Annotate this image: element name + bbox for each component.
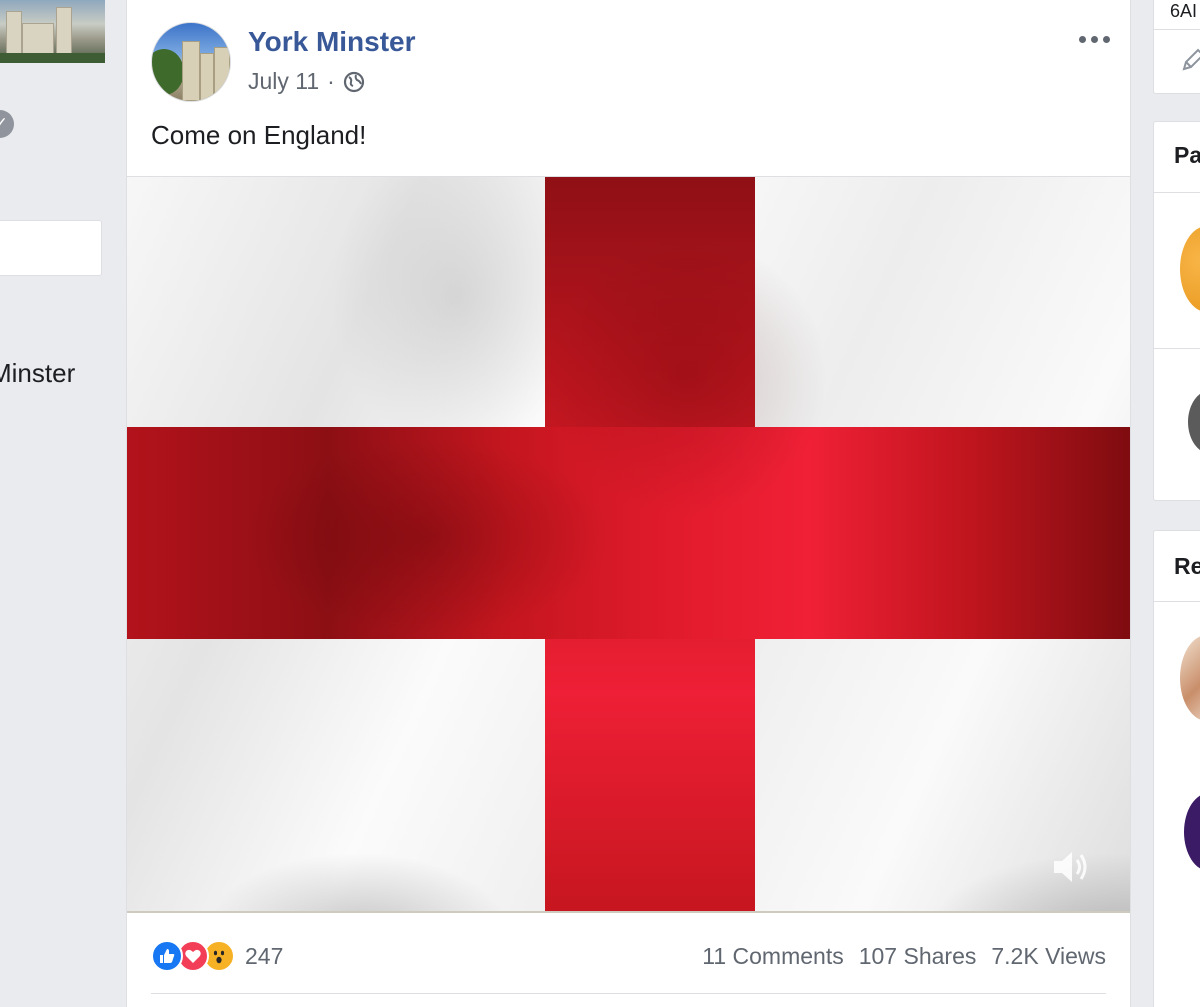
engagement-bar: 247 11 Comments 107 Shares 7.2K Views (151, 930, 1106, 982)
engagement-divider (151, 993, 1106, 994)
right-top-card: 6AI (1153, 0, 1200, 94)
more-options-icon[interactable] (1074, 24, 1114, 54)
verified-check-icon: ✓ (0, 110, 14, 138)
avatar-tree (152, 49, 184, 95)
right-top-card-text: 6AI (1170, 1, 1198, 21)
views-count[interactable]: 7.2K Views (991, 943, 1106, 970)
avatar-tower (214, 47, 230, 101)
right-card-divider (1154, 348, 1200, 349)
like-reaction-icon (151, 940, 183, 972)
post-meta: July 11 · (248, 68, 365, 95)
pencil-icon[interactable] (1180, 47, 1200, 73)
right-card-divider (1154, 192, 1200, 193)
post-author-link[interactable]: York Minster (248, 26, 416, 58)
right-card-pages-heading: Pa (1174, 142, 1200, 168)
reaction-count: 247 (245, 942, 284, 969)
avatar-tower (182, 41, 200, 101)
flag-cross-horizontal (127, 427, 1130, 639)
right-card-related: Re (1153, 530, 1200, 1007)
comments-count-link[interactable]: 11 Comments (702, 943, 843, 970)
thumbnail-lawn (0, 53, 105, 63)
thumbnail-tower (56, 7, 72, 55)
right-top-card-divider (1154, 29, 1200, 30)
page-cover-thumbnail[interactable] (0, 0, 105, 63)
facebook-page: ✓ Minster York Minster July 11 · Come on… (0, 0, 1200, 1007)
reactions-summary[interactable]: 247 (151, 940, 283, 972)
left-search-field[interactable] (0, 220, 102, 276)
left-page-name[interactable]: Minster (0, 358, 75, 389)
thumbnail-nave (22, 23, 54, 55)
right-card-divider (1154, 601, 1200, 602)
post-card: York Minster July 11 · Come on England! (126, 0, 1131, 1007)
related-page-avatar[interactable] (1184, 793, 1200, 871)
related-page-avatar[interactable] (1180, 635, 1200, 721)
shares-count-link[interactable]: 107 Shares (859, 943, 977, 970)
avatar-tower (200, 53, 214, 101)
volume-icon[interactable] (1046, 843, 1094, 891)
thumbnail-tower (6, 11, 22, 55)
right-card-pages: Pa (1153, 121, 1200, 501)
page-avatar[interactable] (151, 22, 231, 102)
suggested-page-avatar[interactable] (1188, 390, 1200, 454)
suggested-page-avatar[interactable] (1180, 226, 1200, 312)
post-date[interactable]: July 11 (248, 68, 319, 95)
post-video[interactable] (127, 176, 1130, 913)
globe-icon (343, 71, 365, 93)
meta-separator: · (327, 68, 335, 94)
post-stats: 11 Comments 107 Shares 7.2K Views (702, 943, 1106, 970)
post-text: Come on England! (151, 120, 367, 150)
right-card-related-heading: Re (1174, 553, 1200, 579)
